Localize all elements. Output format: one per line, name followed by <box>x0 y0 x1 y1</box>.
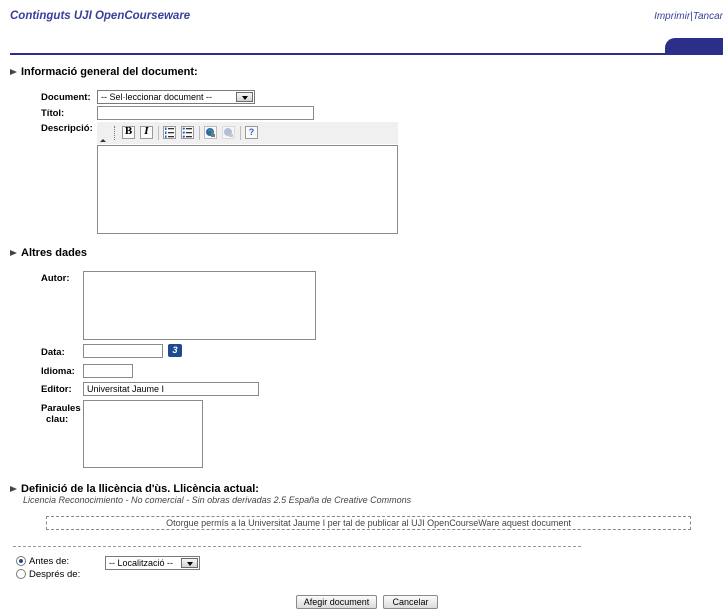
close-link[interactable]: Tancar <box>693 11 723 22</box>
calendar-icon[interactable]: 3 <box>168 344 182 357</box>
editor-toolbar: B I ? <box>97 122 398 144</box>
location-select-value: -- Localització -- <box>109 558 174 568</box>
before-radio[interactable] <box>16 556 26 566</box>
toolbar-separator <box>199 126 200 140</box>
collapse-icon[interactable] <box>100 139 106 142</box>
toolbar-grip <box>114 126 116 140</box>
title-input[interactable] <box>97 106 314 120</box>
after-radio[interactable] <box>16 569 26 579</box>
header-tab <box>665 38 723 54</box>
toolbar-separator <box>240 126 241 140</box>
triangle-right-icon <box>10 486 17 492</box>
current-license-text: Licencia Reconocimiento - No comercial -… <box>23 495 412 505</box>
after-radio-label: Després de: <box>29 569 81 580</box>
site-title: Continguts UJI OpenCourseware <box>10 10 191 22</box>
toolbar-separator <box>158 126 159 140</box>
triangle-right-icon <box>10 69 17 75</box>
language-input[interactable] <box>83 364 133 378</box>
location-select[interactable]: -- Localització -- <box>105 556 200 570</box>
top-links: Imprimir|Tancar <box>654 11 723 22</box>
bold-icon[interactable]: B <box>122 126 135 139</box>
header-divider <box>10 53 723 55</box>
chevron-down-icon[interactable] <box>181 558 198 568</box>
dashed-divider <box>13 546 581 547</box>
help-icon[interactable]: ? <box>245 126 258 139</box>
language-label: Idioma: <box>41 366 75 377</box>
keywords-label-line1: Paraules <box>41 403 81 414</box>
before-radio-label: Antes de: <box>29 556 70 567</box>
description-textarea[interactable] <box>97 145 398 234</box>
author-label: Autor: <box>41 273 70 284</box>
keywords-textarea[interactable] <box>83 400 203 468</box>
publisher-input[interactable]: Universitat Jaume I <box>83 382 259 396</box>
ordered-list-icon[interactable] <box>163 126 176 139</box>
document-select[interactable]: -- Sel·leccionar document -- <box>97 90 255 104</box>
consent-checkbox-label[interactable]: Otorgue permís a la Universitat Jaume I … <box>46 516 691 530</box>
keywords-label-line2: clau: <box>46 414 69 425</box>
author-textarea[interactable] <box>83 271 316 340</box>
date-label: Data: <box>41 347 65 358</box>
publisher-label: Editor: <box>41 384 72 395</box>
unlink-icon[interactable] <box>222 126 235 139</box>
cancel-button[interactable]: Cancelar <box>383 595 438 609</box>
add-document-button[interactable]: Afegir document <box>296 595 377 609</box>
unordered-list-icon[interactable] <box>181 126 194 139</box>
section-general-heading: Informació general del document: <box>10 66 198 78</box>
document-label: Document: <box>41 92 91 103</box>
section-license-heading: Definició de la llicència d'ùs. Llicènci… <box>10 483 259 495</box>
chevron-down-icon[interactable] <box>236 92 253 102</box>
title-label: Títol: <box>41 108 65 119</box>
triangle-right-icon <box>10 250 17 256</box>
italic-icon[interactable]: I <box>140 126 153 139</box>
document-select-value: -- Sel·leccionar document -- <box>101 92 213 102</box>
section-other-heading: Altres dades <box>10 247 87 259</box>
description-label: Descripció: <box>41 123 93 134</box>
link-icon[interactable] <box>204 126 217 139</box>
section-other-title: Altres dades <box>21 247 88 259</box>
date-input[interactable] <box>83 344 163 358</box>
section-license-title: Definició de la llicència d'ùs. Llicènci… <box>21 483 259 495</box>
section-general-title: Informació general del document: <box>21 66 198 78</box>
print-link[interactable]: Imprimir <box>654 11 690 22</box>
keywords-label: Paraules clau: <box>41 403 81 425</box>
